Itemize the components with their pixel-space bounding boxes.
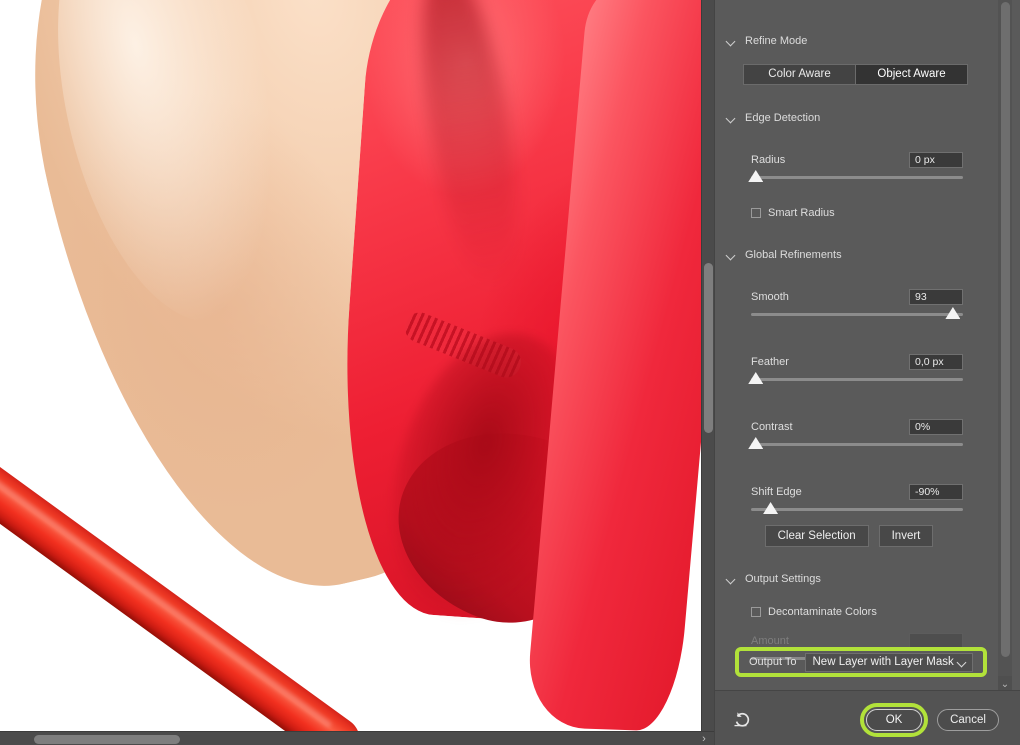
output-to-dropdown[interactable]: New Layer with Layer Mask: [804, 652, 973, 672]
chevron-down-icon: [958, 659, 966, 667]
reset-undo-icon[interactable]: [732, 708, 754, 730]
section-title-output-settings: Output Settings: [745, 573, 821, 585]
ok-button-highlight: OK: [860, 703, 928, 737]
selection-action-buttons: Clear Selection Invert: [715, 525, 999, 547]
canvas-vertical-scrollbar-thumb[interactable]: [704, 263, 713, 433]
shift-edge-slider-thumb[interactable]: [763, 502, 779, 514]
output-to-selected-value: New Layer with Layer Mask: [812, 655, 954, 668]
chevron-down-icon: [727, 251, 736, 260]
feather-slider-thumb[interactable]: [748, 372, 764, 384]
smart-radius-row[interactable]: Smart Radius: [715, 205, 999, 221]
refine-mode-object-aware[interactable]: Object Aware: [855, 65, 967, 84]
chevron-right-icon[interactable]: ›: [697, 732, 711, 745]
shift-edge-slider-row[interactable]: Shift Edge -90%: [751, 484, 963, 514]
section-header-output-settings[interactable]: Output Settings: [715, 568, 999, 590]
output-to-label: Output To: [749, 656, 797, 668]
decontaminate-colors-row[interactable]: Decontaminate Colors: [715, 604, 999, 620]
document-image: [0, 0, 714, 745]
smooth-slider-thumb[interactable]: [945, 307, 961, 319]
radius-value-input[interactable]: 0 px: [909, 152, 963, 168]
decontaminate-colors-checkbox[interactable]: [751, 607, 761, 617]
panel-vertical-scrollbar[interactable]: [998, 0, 1012, 700]
shift-edge-slider-track[interactable]: [751, 502, 963, 514]
decontaminate-colors-label: Decontaminate Colors: [768, 606, 877, 618]
radius-slider-track[interactable]: [748, 170, 963, 182]
invert-button[interactable]: Invert: [878, 525, 934, 547]
section-header-edge-detection[interactable]: Edge Detection: [715, 107, 999, 129]
contrast-slider-thumb[interactable]: [748, 437, 764, 449]
canvas-area[interactable]: ›: [0, 0, 714, 745]
smooth-slider-track[interactable]: [751, 307, 963, 319]
contrast-slider-row[interactable]: Contrast 0%: [748, 419, 963, 449]
chevron-down-icon: [727, 575, 736, 584]
feather-slider-track[interactable]: [748, 372, 963, 384]
canvas-horizontal-scrollbar[interactable]: ›: [0, 731, 714, 745]
properties-panel: Refine Mode Color Aware Object Aware Edg…: [714, 0, 1020, 745]
radius-slider-thumb[interactable]: [748, 170, 764, 182]
smooth-value-input[interactable]: 93: [909, 289, 963, 305]
section-title-edge-detection: Edge Detection: [745, 112, 821, 124]
radius-slider-row[interactable]: Radius 0 px: [748, 152, 963, 182]
section-title-refine-mode: Refine Mode: [745, 35, 808, 47]
canvas-vertical-scrollbar[interactable]: [701, 0, 714, 731]
select-and-mask-workspace: › Refine Mode Color Aware Object Aware E…: [0, 0, 1020, 745]
cancel-button[interactable]: Cancel: [937, 709, 999, 731]
section-title-global-refinements: Global Refinements: [745, 249, 842, 261]
smooth-slider-row[interactable]: Smooth 93: [751, 289, 963, 319]
contrast-value-input[interactable]: 0%: [909, 419, 963, 435]
smart-radius-label: Smart Radius: [768, 207, 835, 219]
refine-mode-toggle-group[interactable]: Color Aware Object Aware: [743, 64, 968, 85]
contrast-slider-track[interactable]: [748, 437, 963, 449]
refine-mode-color-aware[interactable]: Color Aware: [744, 65, 855, 84]
feather-value-input[interactable]: 0,0 px: [909, 354, 963, 370]
output-to-row-highlight: Output To New Layer with Layer Mask: [735, 647, 987, 677]
chevron-down-icon: [727, 37, 736, 46]
section-header-global-refinements[interactable]: Global Refinements: [715, 244, 999, 266]
panel-vertical-scrollbar-thumb[interactable]: [1001, 2, 1010, 657]
section-header-refine-mode[interactable]: Refine Mode: [715, 30, 999, 52]
panel-bottom-bar: OK Cancel: [715, 690, 1020, 745]
shift-edge-value-input[interactable]: -90%: [909, 484, 963, 500]
clear-selection-button[interactable]: Clear Selection: [764, 525, 869, 547]
chevron-down-icon: [727, 114, 736, 123]
panel-scroll-content: Refine Mode Color Aware Object Aware Edg…: [715, 0, 999, 688]
ok-button[interactable]: OK: [866, 709, 922, 731]
canvas-horizontal-scrollbar-thumb[interactable]: [34, 735, 180, 744]
smart-radius-checkbox[interactable]: [751, 208, 761, 218]
feather-slider-row[interactable]: Feather 0,0 px: [748, 354, 963, 384]
